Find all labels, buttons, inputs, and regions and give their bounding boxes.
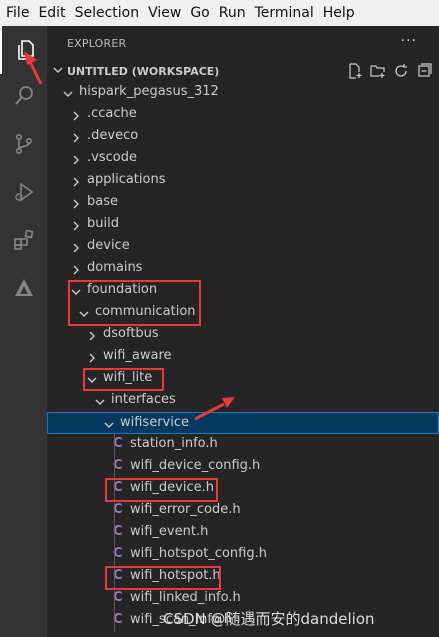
collapse-all-icon[interactable] — [415, 62, 433, 80]
highlight-box — [68, 280, 201, 326]
tree-item-label: station_info.h — [130, 436, 218, 451]
file-item[interactable]: Cwifi_error_code.h — [47, 500, 439, 522]
chevron-down-icon — [93, 394, 107, 408]
watermark: CSDN @随遇而安的dandelion — [163, 610, 375, 628]
tree-item-label: wifi_event.h — [130, 524, 209, 539]
menu-help[interactable]: Help — [323, 5, 355, 21]
tree-item-label: applications — [87, 172, 166, 187]
menu-view[interactable]: View — [148, 5, 181, 21]
menu-file[interactable]: File — [6, 5, 29, 21]
workspace-header[interactable]: UNTITLED (WORKSPACE) — [47, 60, 439, 82]
workspace-title: UNTITLED (WORKSPACE) — [67, 65, 220, 78]
chevron-down-icon — [102, 417, 116, 431]
folder-item[interactable]: .deveco — [47, 126, 439, 148]
menu-go[interactable]: Go — [190, 5, 209, 21]
search-icon[interactable] — [0, 72, 47, 120]
chevron-right-icon — [69, 152, 83, 166]
folder-item[interactable]: .vscode — [47, 148, 439, 170]
tree-item-label: wifi_error_code.h — [130, 502, 241, 517]
tree-item-label: .ccache — [87, 106, 137, 121]
tree-item-label: device — [87, 238, 130, 253]
file-item[interactable]: Cwifi_hotspot_config.h — [47, 544, 439, 566]
menu-run[interactable]: Run — [219, 5, 246, 21]
file-item[interactable]: Cstation_info.h — [47, 434, 439, 456]
chevron-right-icon — [85, 328, 99, 342]
folder-item[interactable]: applications — [47, 170, 439, 192]
folder-item[interactable]: dsoftbus — [47, 324, 439, 346]
tree-item-label: wifiservice — [120, 415, 189, 430]
chevron-right-icon — [69, 130, 83, 144]
highlight-box — [83, 368, 164, 391]
refresh-icon[interactable] — [392, 62, 410, 80]
menu-terminal[interactable]: Terminal — [255, 5, 314, 21]
folder-item[interactable]: .ccache — [47, 104, 439, 126]
tree-item-label: .vscode — [87, 150, 137, 165]
explorer-title: EXPLORER — [67, 37, 127, 50]
new-file-icon[interactable] — [346, 62, 364, 80]
tree-item-label: build — [87, 216, 119, 231]
tree-item-label: base — [87, 194, 118, 209]
tree-item-label: wifi_device_config.h — [130, 458, 261, 473]
chevron-right-icon — [69, 218, 83, 232]
chevron-right-icon — [69, 262, 83, 276]
file-item[interactable]: Cwifi_device_config.h — [47, 456, 439, 478]
tree-item-label: dsoftbus — [103, 326, 159, 341]
new-folder-icon[interactable] — [369, 62, 387, 80]
tree-item-label: wifi_linked_info.h — [130, 590, 241, 605]
chevron-down-icon — [51, 62, 65, 81]
tree-item-label: domains — [87, 260, 143, 275]
folder-item[interactable]: base — [47, 192, 439, 214]
folder-item[interactable]: build — [47, 214, 439, 236]
chevron-right-icon — [69, 196, 83, 210]
explorer-icon[interactable] — [0, 26, 47, 74]
folder-item[interactable]: device — [47, 236, 439, 258]
tree-item-label: wifi_hotspot_config.h — [130, 546, 267, 561]
tree-item-label: .deveco — [87, 128, 139, 143]
file-item[interactable]: Cwifi_linked_info.h — [47, 588, 439, 610]
chevron-down-icon — [61, 86, 75, 100]
highlight-box — [105, 566, 221, 590]
file-item[interactable]: Cwifi_event.h — [47, 522, 439, 544]
chevron-right-icon — [69, 174, 83, 188]
tree-item-label: interfaces — [111, 392, 176, 407]
folder-item[interactable]: wifi_aware — [47, 346, 439, 368]
extensions-icon[interactable] — [0, 216, 47, 264]
folder-item[interactable]: wifiservice — [47, 412, 439, 434]
folder-item[interactable]: domains — [47, 258, 439, 280]
menu-edit[interactable]: Edit — [38, 5, 65, 21]
more-actions-icon[interactable]: ··· — [401, 33, 417, 49]
run-debug-icon[interactable] — [0, 168, 47, 216]
activity-bar — [0, 26, 47, 637]
folder-item[interactable]: interfaces — [47, 390, 439, 412]
chevron-right-icon — [69, 108, 83, 122]
deveco-icon[interactable] — [0, 264, 47, 312]
explorer-sidebar: EXPLORER ··· UNTITLED (WORKSPACE) hispar… — [47, 26, 439, 637]
tree-item-label: hispark_pegasus_312 — [79, 84, 219, 99]
chevron-right-icon — [69, 240, 83, 254]
source-control-icon[interactable] — [0, 120, 47, 168]
menu-bar: File Edit Selection View Go Run Terminal Help — [0, 0, 439, 26]
chevron-right-icon — [85, 350, 99, 364]
menu-selection[interactable]: Selection — [75, 5, 140, 21]
tree-item-label: wifi_aware — [103, 348, 172, 363]
indent-guide — [114, 434, 115, 632]
highlight-box — [105, 478, 218, 502]
folder-item[interactable]: hispark_pegasus_312 — [47, 82, 439, 104]
